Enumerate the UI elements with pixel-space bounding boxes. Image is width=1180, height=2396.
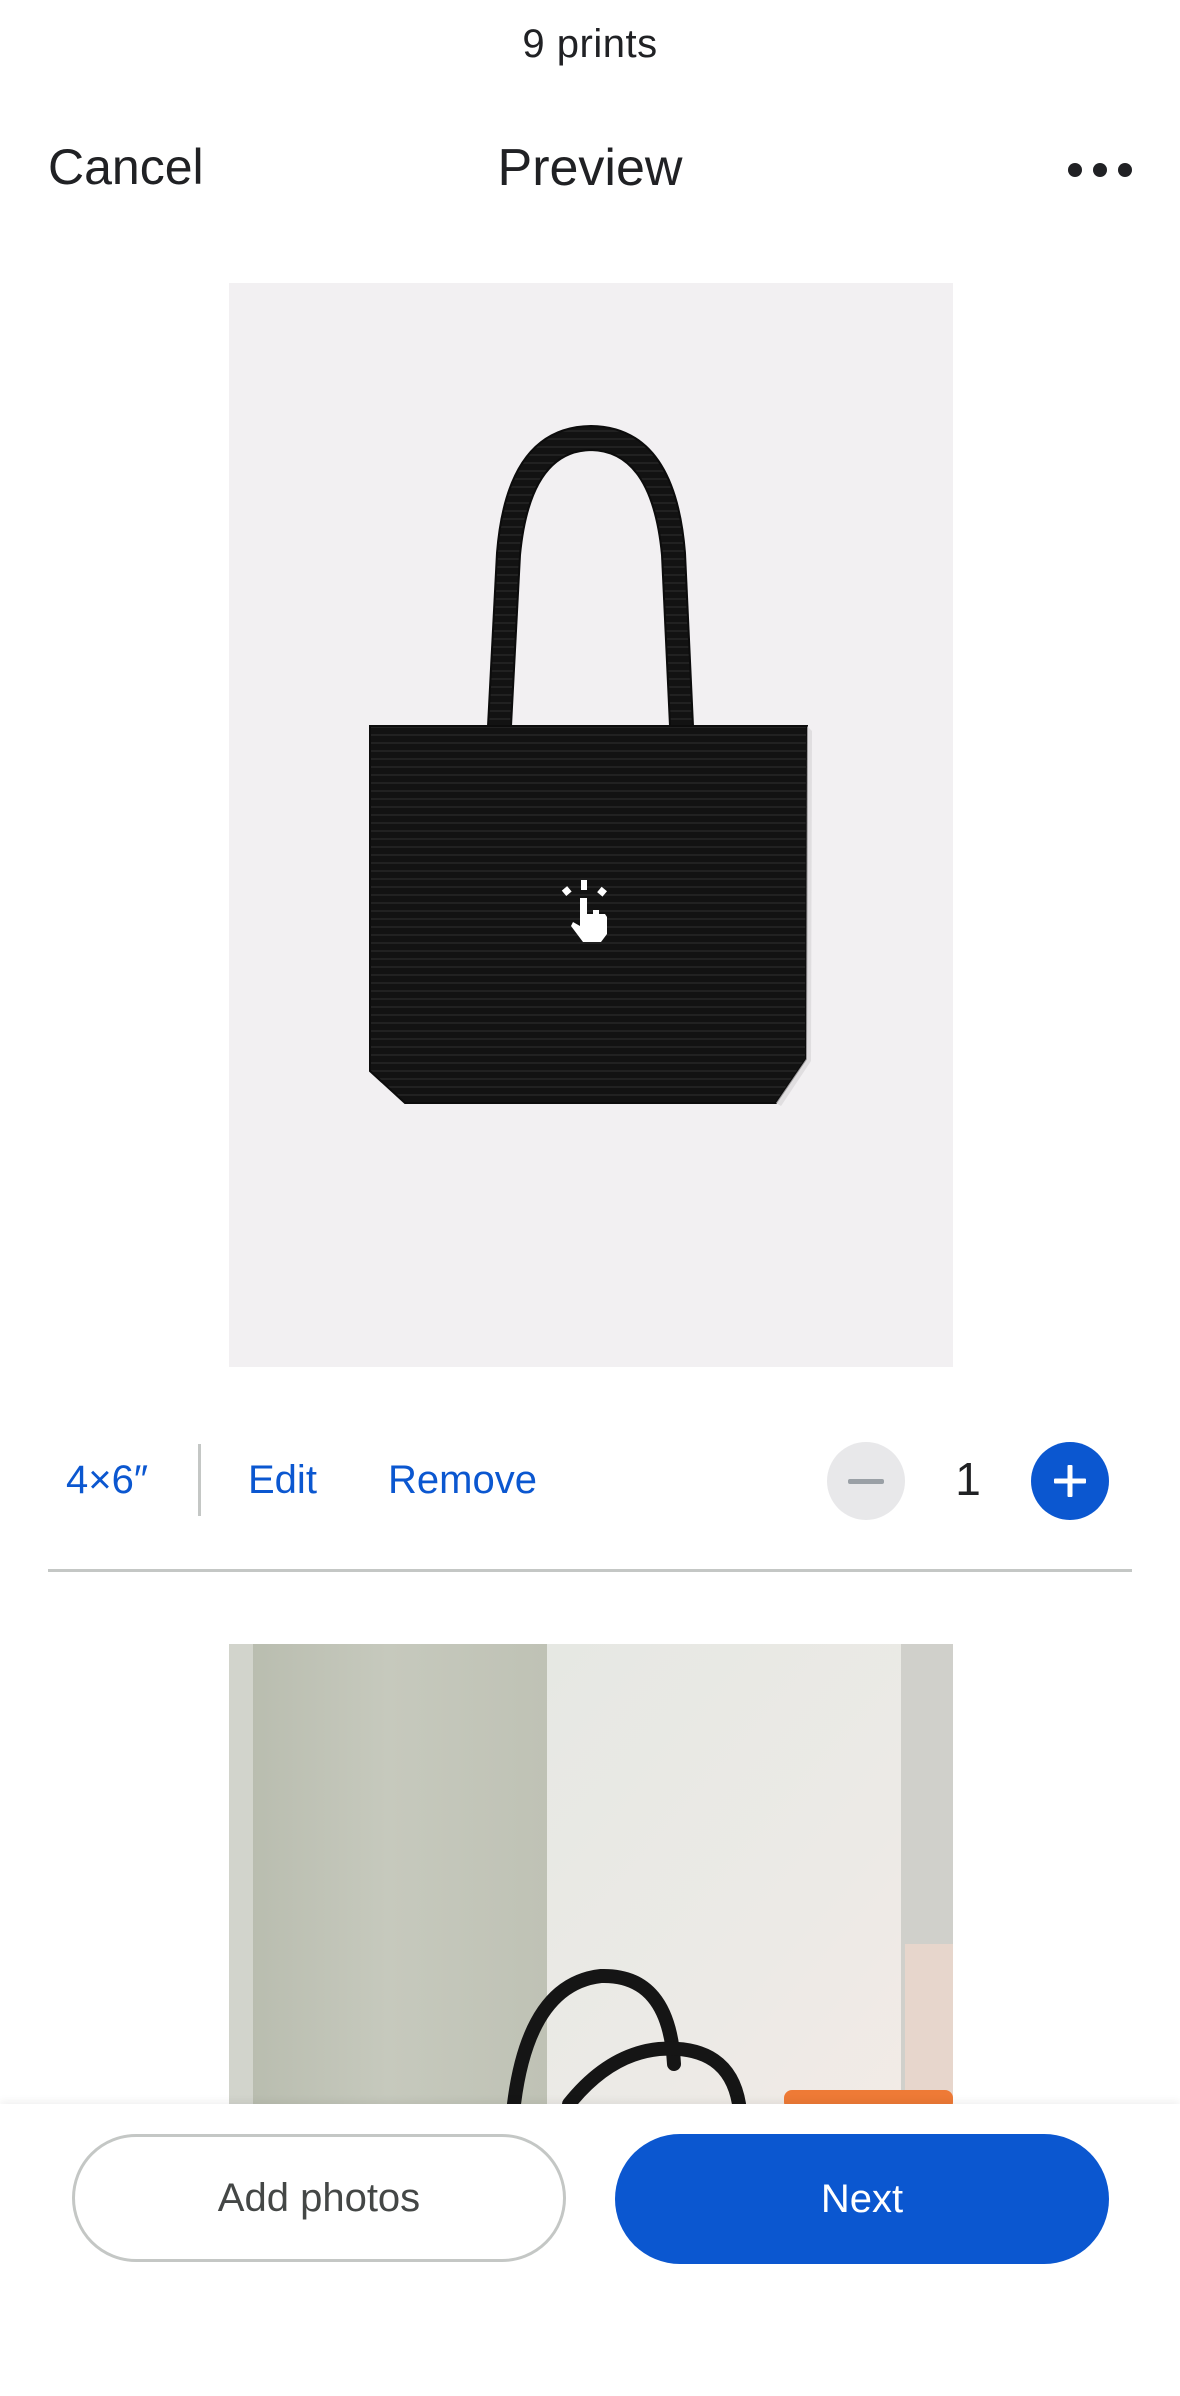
print-size-button[interactable]: 4×6″ — [66, 1458, 148, 1503]
increase-quantity-button[interactable] — [1031, 1442, 1109, 1520]
bottom-action-bar: Add photos Next — [0, 2104, 1180, 2396]
more-dot — [1118, 163, 1132, 177]
print-preview-screen: 9 prints Cancel Preview 4×6″ Edit Remove… — [0, 0, 1180, 2396]
next-button[interactable]: Next — [615, 2134, 1109, 2264]
remove-button[interactable]: Remove — [388, 1458, 537, 1503]
page-title: Preview — [497, 139, 683, 197]
add-photos-button[interactable]: Add photos — [72, 2134, 566, 2262]
decrease-quantity-button[interactable] — [827, 1442, 905, 1520]
quantity-value: 1 — [955, 1453, 981, 1505]
print-preview-image-1[interactable] — [229, 283, 953, 1367]
tote-bag-shelf-image — [229, 1644, 953, 2104]
print-controls-row: 4×6″ Edit Remove 1 — [0, 1440, 1180, 1524]
tote-bag-image — [229, 283, 953, 1367]
section-divider — [48, 1569, 1132, 1572]
print-preview-image-2[interactable] — [229, 1644, 953, 2104]
more-dot — [1093, 163, 1107, 177]
print-count: 9 prints — [522, 22, 658, 66]
more-dot — [1068, 163, 1082, 177]
more-options-icon[interactable] — [1068, 152, 1132, 188]
header-bar: Cancel Preview — [0, 130, 1180, 210]
plus-icon — [1054, 1465, 1086, 1497]
edit-button[interactable]: Edit — [248, 1458, 317, 1503]
vertical-divider — [198, 1444, 201, 1516]
minus-icon — [848, 1478, 884, 1484]
